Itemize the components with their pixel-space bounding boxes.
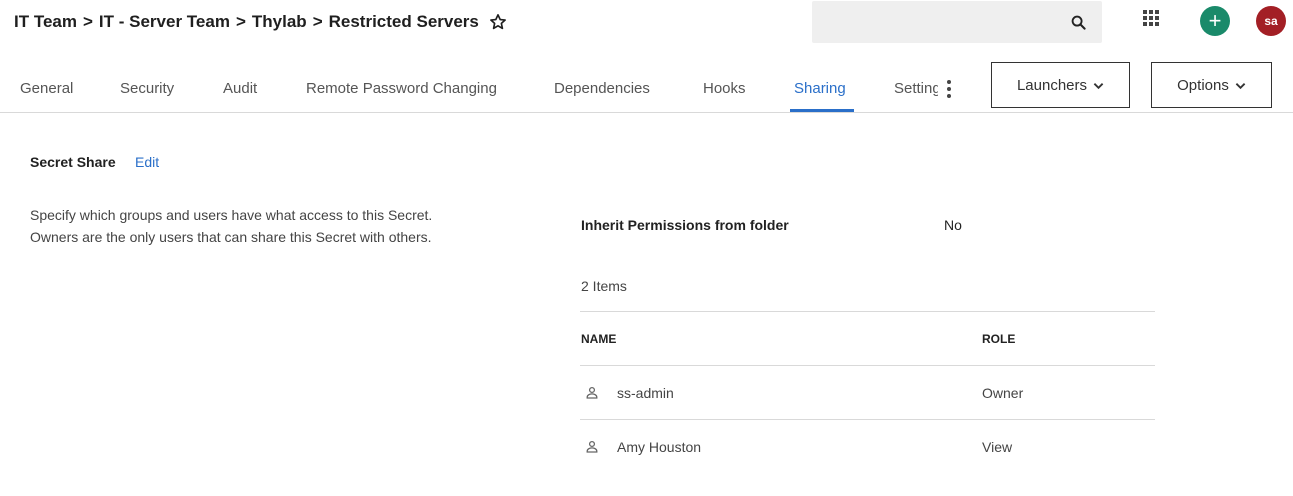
chevron-down-icon	[1093, 77, 1104, 94]
user-role: View	[982, 439, 1013, 455]
table-header-row: NAME ROLE	[580, 311, 1155, 365]
sharing-description: Specify which groups and users have what…	[30, 207, 433, 245]
more-tabs-kebab-icon[interactable]	[947, 80, 951, 98]
search-icon[interactable]	[1071, 15, 1086, 35]
options-dropdown-button[interactable]: Options	[1151, 62, 1272, 108]
items-count: 2 Items	[581, 278, 627, 294]
tab-bar: General Security Audit Remote Password C…	[0, 60, 1293, 113]
breadcrumb-separator: >	[312, 12, 323, 31]
inherit-permissions-label: Inherit Permissions from folder	[581, 217, 789, 233]
breadcrumb-separator: >	[235, 12, 246, 31]
avatar[interactable]: sa	[1256, 6, 1286, 36]
breadcrumb-item-thylab[interactable]: Thylab	[252, 12, 307, 32]
secret-share-title: Secret Share	[30, 154, 116, 170]
page-title: Restricted Servers	[328, 12, 479, 31]
tab-dependencies[interactable]: Dependencies	[554, 80, 650, 97]
inherit-permissions-value: No	[944, 217, 962, 233]
user-name: Amy Houston	[617, 439, 702, 455]
launchers-dropdown-button[interactable]: Launchers	[991, 62, 1130, 108]
options-label: Options	[1177, 76, 1229, 94]
tab-security[interactable]: Security	[120, 80, 174, 97]
launchers-label: Launchers	[1016, 76, 1088, 94]
table-row[interactable]: Amy Houston View	[580, 419, 1155, 473]
breadcrumb: IT Team > IT - Server Team > Thylab > Re…	[14, 12, 507, 32]
breadcrumb-item-it-team[interactable]: IT Team	[14, 12, 77, 32]
search-input[interactable]	[812, 1, 1102, 43]
favorite-star-icon[interactable]	[489, 13, 507, 31]
user-name: ss-admin	[617, 385, 674, 401]
column-header-name[interactable]: NAME	[581, 332, 616, 346]
tab-remote-password-changing[interactable]: Remote Password Changing	[306, 80, 497, 97]
active-tab-indicator	[790, 109, 854, 112]
tab-hooks[interactable]: Hooks	[703, 80, 746, 97]
chevron-down-icon	[1235, 77, 1246, 94]
user-icon	[586, 440, 598, 458]
breadcrumb-item-it-server-team[interactable]: IT - Server Team	[99, 12, 230, 32]
permissions-table: NAME ROLE ss-admin Owner Amy Houston Vie…	[580, 311, 1155, 473]
add-button[interactable]: +	[1200, 6, 1230, 36]
user-icon	[586, 386, 598, 404]
breadcrumb-separator: >	[82, 12, 93, 31]
column-header-role[interactable]: ROLE	[982, 332, 1015, 346]
tab-audit[interactable]: Audit	[223, 80, 257, 97]
apps-grid-icon[interactable]	[1143, 10, 1159, 26]
table-row[interactable]: ss-admin Owner	[580, 365, 1155, 419]
tab-sharing[interactable]: Sharing	[794, 80, 846, 97]
search-box	[812, 1, 1102, 43]
tab-general[interactable]: General	[20, 80, 73, 97]
edit-link[interactable]: Edit	[135, 154, 159, 170]
tab-settings[interactable]: Settings	[894, 80, 938, 97]
user-role: Owner	[982, 385, 1024, 401]
